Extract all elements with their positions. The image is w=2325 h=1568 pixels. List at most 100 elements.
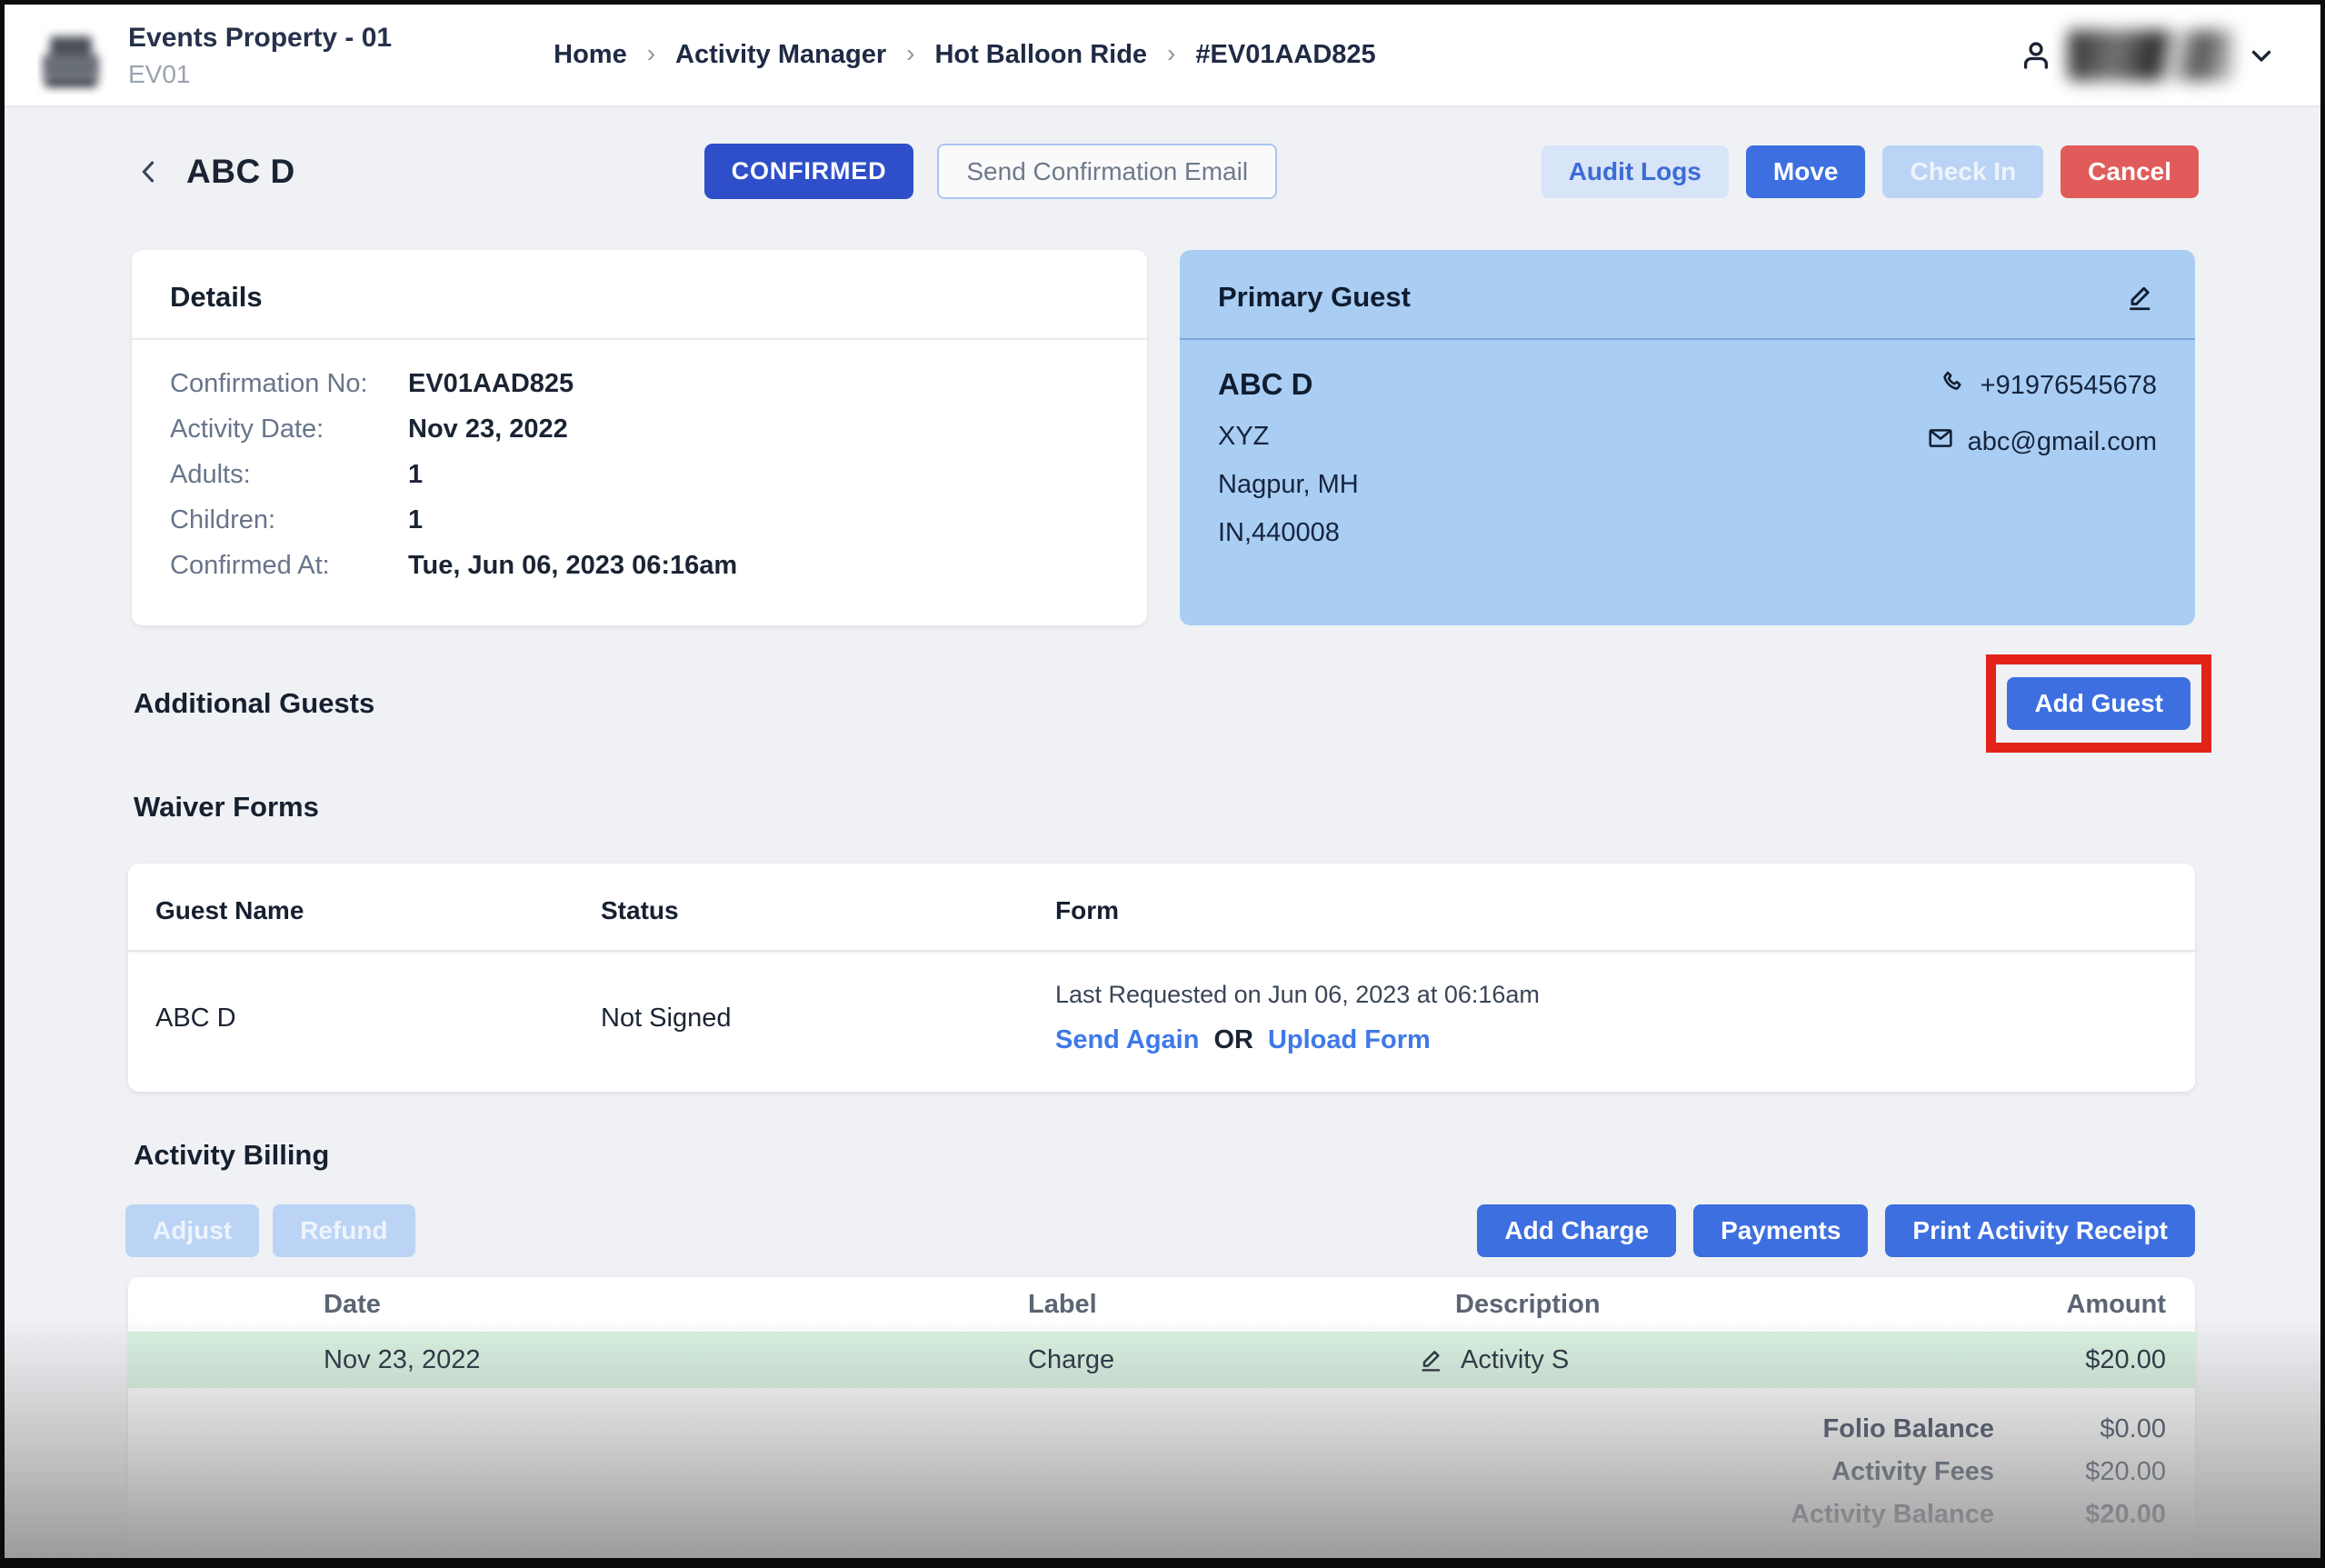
breadcrumb: Home › Activity Manager › Hot Balloon Ri… (554, 40, 1376, 70)
col-form: Form (1055, 896, 2168, 925)
billing-summary: Folio Balance $0.00 Activity Fees $20.00… (128, 1388, 2195, 1536)
detail-row: Confirmation No: EV01AAD825 (170, 369, 1109, 399)
charge-amount: $20.00 (1882, 1345, 2195, 1375)
edit-guest-icon[interactable] (2124, 281, 2157, 314)
phone-icon (1939, 367, 1968, 404)
col-amount: Amount (1882, 1290, 2195, 1320)
upload-form-link[interactable]: Upload Form (1268, 1025, 1431, 1055)
charge-row: Nov 23, 2022 Charge Activity S $20.00 (128, 1332, 2195, 1388)
booking-toolbar: ABC D CONFIRMED Send Confirmation Email … (134, 144, 2199, 199)
property-name: Events Property - 01 (128, 21, 392, 55)
charge-description: Activity S (1461, 1345, 1569, 1375)
detail-label: Activity Date: (170, 414, 408, 444)
details-title: Details (170, 281, 263, 314)
edit-description-icon[interactable] (1417, 1345, 1446, 1374)
guest-country-zip: IN,440008 (1218, 518, 1359, 548)
breadcrumb-separator: › (1167, 39, 1175, 68)
charge-date: Nov 23, 2022 (128, 1345, 728, 1375)
check-in-button[interactable]: Check In (1882, 145, 2043, 198)
activity-balance-value: $20.00 (2034, 1500, 2166, 1530)
waiver-table-row: ABC D Not Signed Last Requested on Jun 0… (128, 952, 2195, 1092)
col-label: Label (728, 1290, 1155, 1320)
status-badge: CONFIRMED (704, 144, 914, 199)
guest-email: abc@gmail.com (1968, 427, 2157, 457)
add-charge-button[interactable]: Add Charge (1477, 1204, 1676, 1257)
back-button[interactable] (134, 156, 165, 187)
folio-balance-row: Folio Balance $0.00 (128, 1408, 2166, 1451)
waiver-status: Not Signed (601, 1004, 1055, 1034)
top-bar: Events Property - 01 EV01 Home › Activit… (5, 5, 2320, 107)
user-menu[interactable] (2017, 30, 2277, 81)
detail-value: 1 (408, 505, 423, 535)
detail-value: EV01AAD825 (408, 369, 574, 399)
additional-guests-section: Additional Guests Add Guest (134, 654, 2211, 753)
breadcrumb-activity-manager[interactable]: Activity Manager (675, 40, 886, 70)
charge-label: Charge (728, 1345, 1155, 1375)
cancel-button[interactable]: Cancel (2061, 145, 2199, 198)
payments-button[interactable]: Payments (1693, 1204, 1868, 1257)
activity-fees-row: Activity Fees $20.00 (128, 1451, 2166, 1493)
property-brand: Events Property - 01 EV01 (37, 16, 392, 95)
audit-logs-button[interactable]: Audit Logs (1542, 145, 1729, 198)
detail-row: Children: 1 (170, 505, 1109, 535)
col-description: Description (1155, 1290, 1882, 1320)
user-name-blurred (2068, 30, 2233, 81)
waiver-forms-title: Waiver Forms (134, 791, 2320, 824)
billing-table-card: Date Label Description Amount Nov 23, 20… (128, 1277, 2195, 1568)
refund-button[interactable]: Refund (273, 1204, 414, 1257)
add-guest-button[interactable]: Add Guest (2007, 677, 2190, 730)
detail-label: Adults: (170, 460, 408, 490)
waiver-last-requested: Last Requested on Jun 06, 2023 at 06:16a… (1055, 981, 2168, 1009)
folio-balance-value: $0.00 (2034, 1414, 2166, 1444)
activity-fees-label: Activity Fees (1831, 1457, 1994, 1487)
waiver-forms-card: Guest Name Status Form ABC D Not Signed … (128, 864, 2195, 1092)
breadcrumb-separator: › (647, 39, 655, 68)
detail-row: Activity Date: Nov 23, 2022 (170, 414, 1109, 444)
property-logo (37, 16, 108, 95)
annotation-highlight-box: Add Guest (1986, 654, 2211, 753)
col-status: Status (601, 896, 1055, 925)
or-text: OR (1213, 1025, 1253, 1055)
move-button[interactable]: Move (1746, 145, 1866, 198)
guest-name: ABC D (1218, 367, 1359, 402)
activity-balance-label: Activity Balance (1791, 1500, 1994, 1530)
waiver-guest-name: ABC D (155, 1004, 601, 1034)
guest-city: Nagpur, MH (1218, 470, 1359, 500)
billing-table-header: Date Label Description Amount (128, 1277, 2195, 1332)
send-confirmation-email-button[interactable]: Send Confirmation Email (937, 144, 1277, 199)
waiver-table-header: Guest Name Status Form (128, 864, 2195, 952)
breadcrumb-separator: › (906, 39, 914, 68)
detail-label: Confirmed At: (170, 551, 408, 581)
adjust-button[interactable]: Adjust (125, 1204, 259, 1257)
activity-billing-title: Activity Billing (134, 1139, 2320, 1172)
print-activity-receipt-button[interactable]: Print Activity Receipt (1885, 1204, 2195, 1257)
detail-row: Confirmed At: Tue, Jun 06, 2023 06:16am (170, 551, 1109, 581)
primary-guest-title: Primary Guest (1218, 281, 1411, 314)
folio-balance-label: Folio Balance (1822, 1414, 1994, 1444)
col-guest-name: Guest Name (155, 896, 601, 925)
property-code: EV01 (128, 60, 392, 89)
person-icon (2017, 36, 2055, 75)
breadcrumb-confirmation-no: #EV01AAD825 (1195, 40, 1375, 70)
activity-fees-value: $20.00 (2034, 1457, 2166, 1487)
activity-detail-screen: Events Property - 01 EV01 Home › Activit… (0, 0, 2325, 1568)
detail-label: Children: (170, 505, 408, 535)
detail-label: Confirmation No: (170, 369, 408, 399)
breadcrumb-hot-balloon-ride[interactable]: Hot Balloon Ride (934, 40, 1147, 70)
detail-row: Adults: 1 (170, 460, 1109, 490)
activity-balance-row: Activity Balance $20.00 (128, 1493, 2166, 1536)
detail-value: Tue, Jun 06, 2023 06:16am (408, 551, 737, 581)
detail-value: 1 (408, 460, 423, 490)
mail-icon (1926, 424, 1955, 460)
col-date: Date (128, 1290, 728, 1320)
detail-value: Nov 23, 2022 (408, 414, 568, 444)
billing-actions: Adjust Refund Add Charge Payments Print … (125, 1204, 2195, 1257)
guest-phone: +91976545678 (1981, 371, 2157, 401)
primary-guest-card: Primary Guest ABC D XYZ Nagpur, MH IN,44… (1180, 250, 2195, 625)
details-card: Details Confirmation No: EV01AAD825 Acti… (132, 250, 1147, 625)
page-title: ABC D (186, 153, 295, 191)
breadcrumb-home[interactable]: Home (554, 40, 627, 70)
additional-guests-title: Additional Guests (134, 687, 374, 720)
send-again-link[interactable]: Send Again (1055, 1025, 1199, 1055)
chevron-down-icon (2246, 40, 2277, 71)
